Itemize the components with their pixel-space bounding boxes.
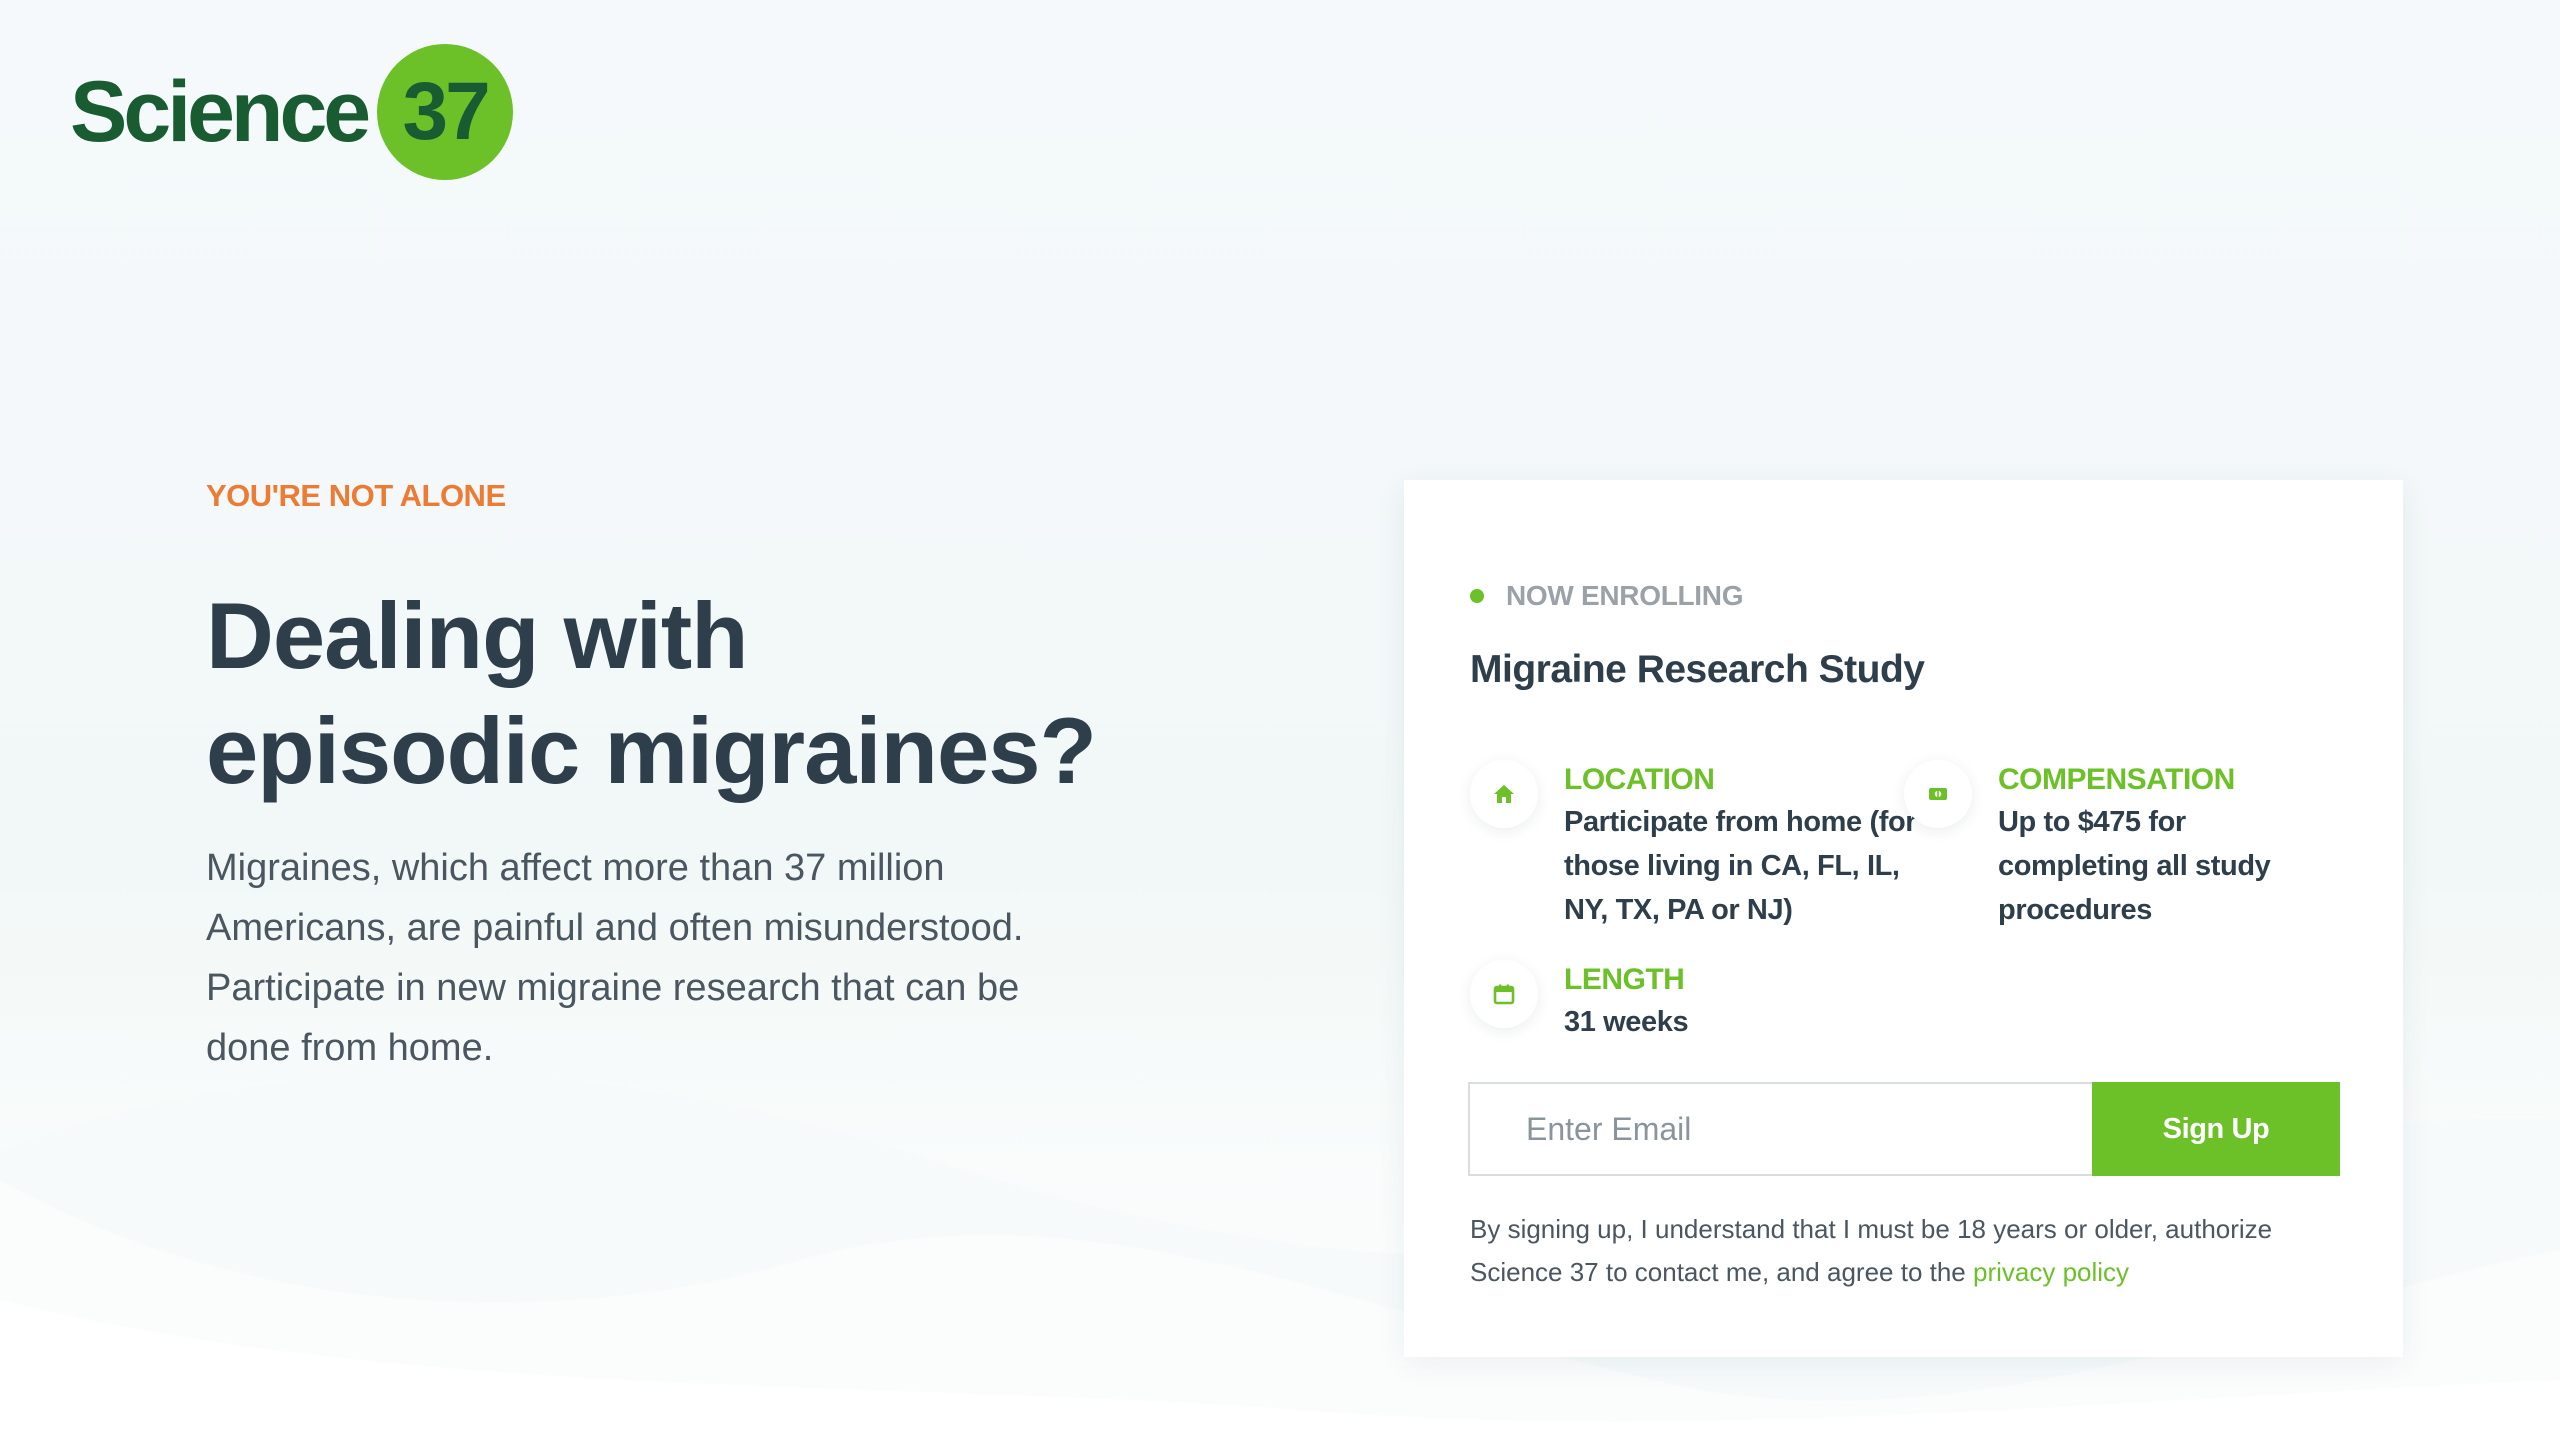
home-icon xyxy=(1470,760,1538,828)
enrollment-status: NOW ENROLLING xyxy=(1470,580,1744,612)
disclaimer-text: By signing up, I understand that I must … xyxy=(1470,1214,2273,1287)
science37-logo[interactable]: Science 37 xyxy=(70,44,514,180)
study-card: NOW ENROLLING Migraine Research Study LO… xyxy=(1404,480,2403,1357)
headline-line-1: Dealing with xyxy=(206,583,749,688)
email-input[interactable] xyxy=(1468,1082,2092,1176)
study-title: Migraine Research Study xyxy=(1470,648,1925,691)
status-text: NOW ENROLLING xyxy=(1506,580,1744,611)
hero-section: YOU'RE NOT ALONE Dealing with episodic m… xyxy=(206,478,1106,1078)
length-value: 31 weeks xyxy=(1564,1006,1689,1038)
dollar-icon xyxy=(1904,760,1972,828)
location-value: Participate from home (for those living … xyxy=(1564,806,1917,926)
hero-headline: Dealing with episodic migraines? xyxy=(206,578,1106,808)
hero-description: Migraines, which affect more than 37 mil… xyxy=(206,847,1024,1069)
hero-eyebrow: YOU'RE NOT ALONE xyxy=(206,478,506,513)
compensation-value: Up to $475 for completing all study proc… xyxy=(1998,806,2271,926)
length-label: LENGTH xyxy=(1564,963,1685,996)
signup-form: Sign Up xyxy=(1468,1082,2340,1176)
signup-disclaimer: By signing up, I understand that I must … xyxy=(1470,1208,2330,1294)
logo-badge: 37 xyxy=(377,44,514,180)
headline-line-2: episodic migraines? xyxy=(206,698,1097,803)
sign-up-button[interactable]: Sign Up xyxy=(2092,1082,2340,1176)
privacy-policy-link[interactable]: privacy policy xyxy=(1973,1257,2129,1287)
logo-wordmark: Science xyxy=(70,64,371,160)
status-dot-icon xyxy=(1470,589,1484,603)
calendar-icon xyxy=(1470,960,1538,1028)
location-label: LOCATION xyxy=(1564,763,1715,796)
compensation-label: COMPENSATION xyxy=(1998,763,2235,796)
